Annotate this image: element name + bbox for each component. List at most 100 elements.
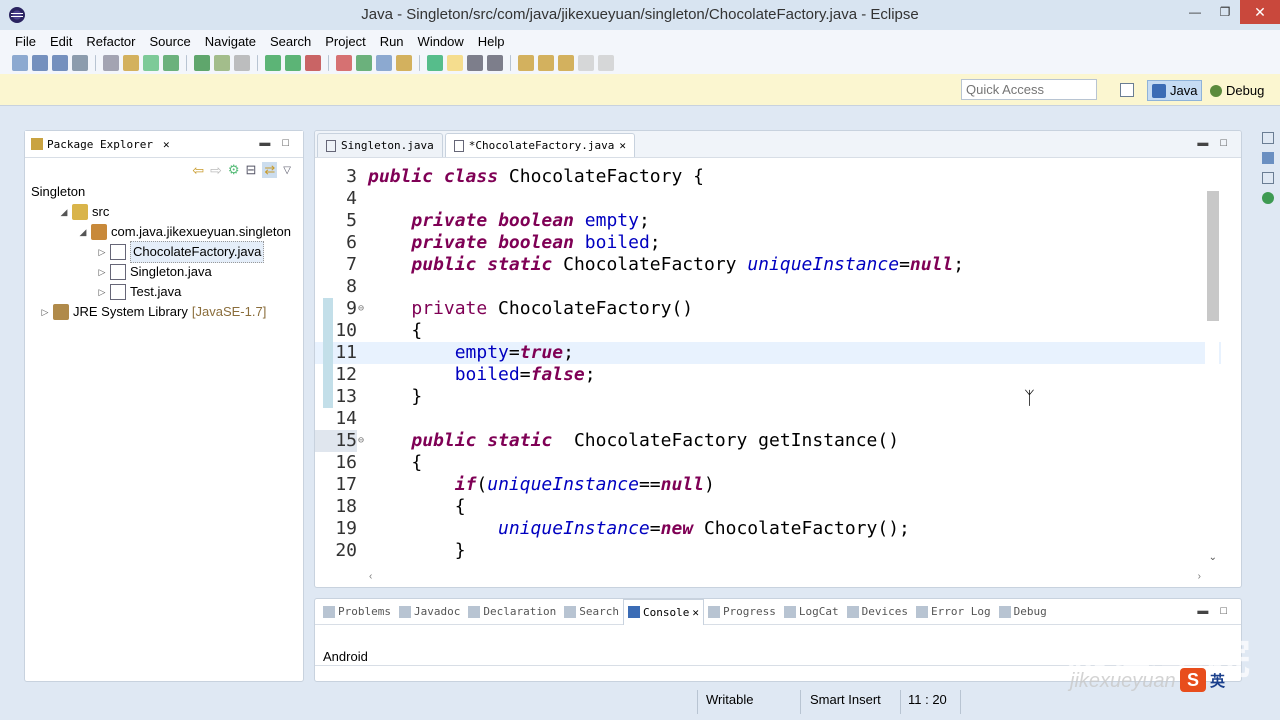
code-line[interactable]: 10 { [315, 320, 1221, 342]
code-line[interactable]: 7 public static ChocolateFactory uniqueI… [315, 254, 1221, 276]
menu-refactor[interactable]: Refactor [79, 34, 142, 49]
toolbar-button-icon[interactable] [487, 55, 503, 71]
code-line[interactable]: 15 ⊖ public static ChocolateFactory getIn… [315, 430, 1221, 452]
collapsed-arrow-icon[interactable]: ▷ [96, 242, 108, 262]
tree-item[interactable]: ◢ com.java.jikexueyuan.singleton [25, 222, 303, 242]
collapsed-arrow-icon[interactable]: ▷ [96, 282, 108, 302]
restore-icon-2[interactable] [1262, 172, 1274, 184]
toolbar-button-icon[interactable] [214, 55, 230, 71]
code-editor[interactable]: 3 public class ChocolateFactory {4 5 priva… [315, 161, 1221, 565]
toolbar-button-icon[interactable] [396, 55, 412, 71]
open-perspective-icon[interactable] [1120, 83, 1134, 97]
collapse-all-icon[interactable]: ⊟ [245, 162, 256, 178]
collapsed-arrow-icon[interactable]: ▷ [96, 262, 108, 282]
java-perspective-button[interactable]: Java [1147, 80, 1203, 101]
menu-window[interactable]: Window [411, 34, 471, 49]
toolbar-button-icon[interactable] [598, 55, 614, 71]
panel-tab-console[interactable]: Console ✕ [622, 598, 704, 625]
code-line[interactable]: 20 } [315, 540, 1221, 562]
toolbar-button-icon[interactable] [538, 55, 554, 71]
vertical-scrollbar[interactable] [1205, 161, 1219, 565]
toolbar-button-icon[interactable] [305, 55, 321, 71]
toolbar-button-icon[interactable] [467, 55, 483, 71]
menu-project[interactable]: Project [318, 34, 372, 49]
toolbar-button-icon[interactable] [558, 55, 574, 71]
code-line[interactable]: 9 ⊖ private ChocolateFactory() [315, 298, 1221, 320]
tree-item[interactable]: ▷ ChocolateFactory.java [25, 241, 303, 263]
tree-item[interactable]: ▷ JRE System Library [JavaSE-1.7] [25, 302, 303, 322]
panel-tab-problems[interactable]: Problems [319, 599, 395, 625]
scroll-down-icon[interactable]: ⌄ [1209, 552, 1217, 563]
view-menu-icon[interactable]: ▽ [283, 165, 291, 176]
menu-run[interactable]: Run [373, 34, 411, 49]
code-line[interactable]: 16 { [315, 452, 1221, 474]
horizontal-scrollbar[interactable]: ‹ › [369, 571, 1201, 585]
expanded-arrow-icon[interactable]: ◢ [77, 222, 89, 242]
minimize-panel-icon[interactable]: ▬ [1197, 605, 1208, 617]
code-line[interactable]: 8 [315, 276, 1221, 298]
menu-navigate[interactable]: Navigate [198, 34, 263, 49]
toolbar-button-icon[interactable] [143, 55, 159, 71]
toolbar-button-icon[interactable] [103, 55, 119, 71]
menu-help[interactable]: Help [471, 34, 512, 49]
panel-tab-devices[interactable]: Devices [843, 599, 912, 625]
debug-perspective-button[interactable]: Debug [1206, 80, 1268, 101]
code-line[interactable]: 6 private boolean boiled; [315, 232, 1221, 254]
code-line[interactable]: 13 } [315, 386, 1221, 408]
toolbar-button-icon[interactable] [72, 55, 88, 71]
code-line[interactable]: 3 public class ChocolateFactory { [315, 166, 1221, 188]
menu-edit[interactable]: Edit [43, 34, 79, 49]
fold-toggle-icon[interactable]: ⊖ [358, 430, 364, 452]
toolbar-button-icon[interactable] [12, 55, 28, 71]
toolbar-button-icon[interactable] [32, 55, 48, 71]
ime-indicator[interactable]: S 英 [1180, 668, 1225, 692]
toolbar-button-icon[interactable] [163, 55, 179, 71]
tree-item[interactable]: ▷ Test.java [25, 282, 303, 302]
code-line[interactable]: 11 empty=true; [315, 342, 1221, 364]
code-line[interactable]: 12 boiled=false; [315, 364, 1221, 386]
scrollbar-thumb[interactable] [1207, 191, 1219, 321]
code-line[interactable]: 5 private boolean empty; [315, 210, 1221, 232]
panel-tab-logcat[interactable]: LogCat [780, 599, 843, 625]
menu-search[interactable]: Search [263, 34, 318, 49]
toolbar-button-icon[interactable] [123, 55, 139, 71]
panel-tab-declaration[interactable]: Declaration [464, 599, 560, 625]
toolbar-button-icon[interactable] [376, 55, 392, 71]
minimize-view-icon[interactable]: ▬ [259, 137, 270, 149]
panel-tab-debug[interactable]: Debug [995, 599, 1051, 625]
forward-arrow-icon[interactable]: ⇨ [210, 162, 222, 179]
panel-tab-search[interactable]: Search [560, 599, 623, 625]
panel-tab-error-log[interactable]: Error Log [912, 599, 995, 625]
link-editor-icon[interactable]: ⇄ [262, 162, 278, 178]
scroll-right-icon[interactable]: › [1198, 571, 1201, 585]
toolbar-button-icon[interactable] [234, 55, 250, 71]
expanded-arrow-icon[interactable]: ◢ [58, 202, 70, 222]
tree-item[interactable]: ◢ src [25, 202, 303, 222]
tree-item[interactable]: ▷ Singleton.java [25, 262, 303, 282]
restore-button[interactable]: ❐ [1210, 0, 1240, 24]
back-arrow-icon[interactable]: ⇦ [192, 162, 204, 179]
toolbar-button-icon[interactable] [265, 55, 281, 71]
scroll-left-icon[interactable]: ‹ [369, 571, 372, 585]
code-line[interactable]: 18 { [315, 496, 1221, 518]
quick-access-input[interactable] [961, 79, 1097, 100]
toolbar-button-icon[interactable] [578, 55, 594, 71]
close-tab-icon[interactable]: ✕ [163, 138, 170, 151]
code-line[interactable]: 4 [315, 188, 1221, 210]
code-line[interactable]: 17 if(uniqueInstance==null) [315, 474, 1221, 496]
fold-toggle-icon[interactable]: ⊖ [358, 298, 364, 320]
maximize-panel-icon[interactable]: □ [1220, 605, 1227, 617]
menu-file[interactable]: File [8, 34, 43, 49]
toolbar-button-icon[interactable] [427, 55, 443, 71]
outline-icon[interactable] [1262, 152, 1274, 164]
maximize-editor-icon[interactable]: □ [1220, 137, 1227, 149]
collapsed-arrow-icon[interactable]: ▷ [39, 302, 51, 322]
maximize-view-icon[interactable]: □ [282, 137, 289, 149]
toolbar-button-icon[interactable] [518, 55, 534, 71]
close-tab-icon[interactable]: ✕ [619, 139, 626, 152]
close-tab-icon[interactable]: ✕ [692, 606, 699, 619]
code-line[interactable]: 19 uniqueInstance=new ChocolateFactory()… [315, 518, 1221, 540]
restore-icon[interactable] [1262, 132, 1274, 144]
project-root[interactable]: Singleton [25, 182, 303, 202]
code-line[interactable]: 14 [315, 408, 1221, 430]
